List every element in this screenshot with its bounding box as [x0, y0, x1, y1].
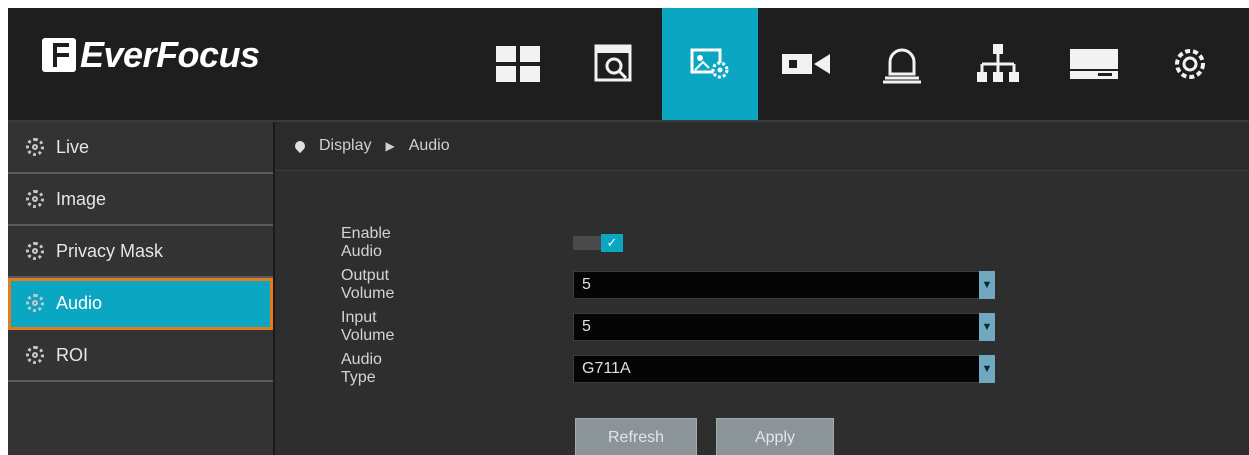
gear-icon — [26, 294, 44, 312]
output-volume-value: 5 — [582, 276, 591, 293]
brand-logo-icon — [42, 38, 76, 72]
sidebar-item-roi[interactable]: ROI — [8, 330, 273, 382]
gear-icon — [26, 242, 44, 260]
sidebar-item-image[interactable]: Image — [8, 174, 273, 226]
nav-display-settings[interactable] — [662, 8, 758, 120]
nav-playback-search[interactable] — [566, 8, 662, 120]
chevron-down-icon[interactable]: ▼ — [979, 355, 995, 383]
display-settings-icon — [690, 48, 729, 79]
network-icon — [977, 44, 1019, 82]
chevron-down-icon[interactable]: ▼ — [979, 271, 995, 299]
main-nav — [470, 8, 1238, 120]
sidebar-item-label: ROI — [56, 344, 89, 365]
nav-storage[interactable] — [1046, 8, 1142, 120]
main-panel: Display ▶ Audio Enable Audio ✓ Output Vo… — [275, 122, 1249, 455]
nav-alarm[interactable] — [854, 8, 950, 120]
sidebar-item-label: Privacy Mask — [56, 240, 164, 261]
live-view-icon — [496, 46, 540, 82]
brand-logo: EverFocus — [42, 32, 260, 78]
input-volume-value: 5 — [582, 318, 591, 335]
gear-icon — [26, 190, 44, 208]
apply-button[interactable]: Apply — [716, 418, 834, 455]
breadcrumb-current: Audio — [408, 137, 450, 154]
sidebar-item-audio[interactable]: Audio — [8, 278, 273, 330]
input-volume-select[interactable]: 5 — [573, 313, 983, 341]
breadcrumb-parent[interactable]: Display — [319, 137, 371, 155]
sidebar: Live Image Privacy Mask Audio ROI — [8, 122, 275, 455]
enable-audio-checkbox[interactable]: ✓ — [601, 234, 623, 252]
enable-audio-toggle[interactable]: ✓ — [573, 234, 623, 252]
nav-network[interactable] — [950, 8, 1046, 120]
storage-icon — [1070, 49, 1118, 79]
audio-type-value: G711A — [582, 360, 631, 377]
toggle-track — [573, 236, 601, 250]
nav-settings[interactable] — [1142, 8, 1238, 120]
output-volume-label: Output Volume — [341, 267, 395, 302]
settings-gear-icon — [1175, 49, 1205, 79]
sidebar-item-label: Image — [56, 188, 107, 209]
chevron-down-icon[interactable]: ▼ — [979, 313, 995, 341]
nav-live-view[interactable] — [470, 8, 566, 120]
audio-type-label: Audio Type — [341, 351, 382, 386]
camera-icon — [782, 54, 830, 74]
checkmark-icon: ✓ — [606, 235, 618, 250]
sidebar-item-privacy-mask[interactable]: Privacy Mask — [8, 226, 273, 278]
gear-icon — [26, 346, 44, 364]
playback-search-icon — [594, 44, 632, 82]
gear-icon — [26, 138, 44, 156]
sidebar-item-label: Audio — [56, 292, 103, 313]
alarm-icon — [883, 48, 921, 84]
chevron-right-icon: ▶ — [385, 139, 395, 153]
sidebar-item-label: Live — [56, 136, 90, 157]
sidebar-item-live[interactable]: Live — [8, 122, 273, 174]
app-window: EverFocus Live Image Privacy Mask Audio … — [8, 8, 1249, 455]
refresh-button[interactable]: Refresh — [575, 418, 697, 455]
location-pin-icon — [292, 138, 308, 154]
output-volume-select[interactable]: 5 — [573, 271, 983, 299]
input-volume-label: Input Volume — [341, 309, 395, 344]
breadcrumb: Display ▶ Audio — [275, 122, 1249, 171]
audio-type-select[interactable]: G711A — [573, 355, 983, 383]
nav-camera[interactable] — [758, 8, 854, 120]
enable-audio-label: Enable Audio — [341, 225, 391, 260]
top-bar: EverFocus — [8, 8, 1249, 122]
brand-name: EverFocus — [80, 34, 260, 75]
